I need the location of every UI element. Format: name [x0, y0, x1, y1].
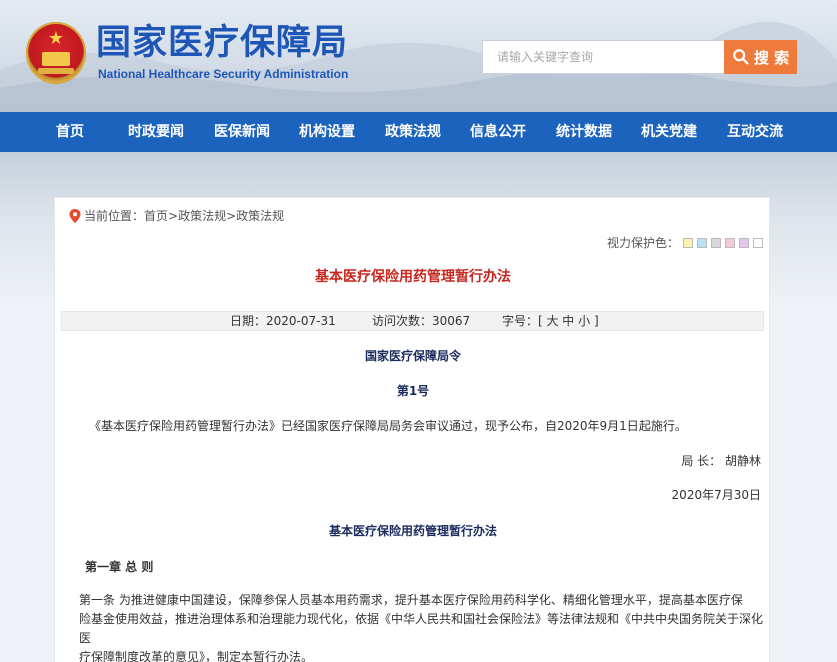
nav-item-statistics[interactable]: 统计数据	[556, 112, 612, 152]
nav-item-insurance-news[interactable]: 医保新闻	[214, 112, 270, 152]
breadcrumb-prefix: 当前位置：	[84, 209, 145, 223]
breadcrumb-policy-sub[interactable]: 政策法规	[236, 207, 284, 224]
color-swatch-white[interactable]	[753, 237, 763, 248]
signer: 局 长： 胡静林	[681, 454, 761, 468]
breadcrumb-separator: >	[168, 208, 179, 223]
nav-item-policy[interactable]: 政策法规	[385, 112, 441, 152]
article-title: 基本医疗保险用药管理暂行办法	[315, 269, 511, 285]
nav-item-organization[interactable]: 机构设置	[299, 112, 355, 152]
article-date: 日期：2020-07-31	[230, 314, 336, 328]
search-button-label: 搜 索	[753, 48, 790, 67]
nav-item-news[interactable]: 时政要闻	[128, 112, 184, 152]
site-header: ★ 国家医疗保障局 National Healthcare Security A…	[0, 0, 837, 112]
breadcrumb-home[interactable]: 首页	[144, 207, 168, 224]
breadcrumb-separator: >	[226, 208, 237, 223]
nav-item-home[interactable]: 首页	[56, 112, 84, 152]
article-1-line-3: 疗保障制度改革的意见》，制定本暂行办法。	[79, 650, 314, 662]
body-title: 基本医疗保险用药管理暂行办法	[328, 524, 497, 538]
color-swatch-pink[interactable]	[725, 237, 735, 248]
national-emblem-icon[interactable]: ★	[26, 22, 86, 84]
breadcrumb-policy[interactable]: 政策法规	[178, 207, 226, 224]
search-icon	[733, 49, 749, 65]
eye-protection-label: 视力保护色：	[606, 236, 679, 250]
order-number: 第1号	[396, 384, 430, 398]
article-card: 当前位置： 首页 > 政策法规 > 政策法规 视力保护色： 基本医疗保险用药管理…	[54, 197, 770, 662]
article-info-bar: 日期：2020-07-31 访问次数： 30067 字号：[ 大 中 小 ]	[61, 311, 764, 331]
chapter-heading: 第一章 总 则	[85, 560, 154, 574]
nav-item-interaction[interactable]: 互动交流	[727, 112, 783, 152]
main-nav: 首页 时政要闻 医保新闻 机构设置 政策法规 信息公开 统计数据 机关党建 互动…	[0, 112, 837, 152]
site-title[interactable]: 国家医疗保障局	[96, 22, 348, 64]
sign-date: 2020年7月30日	[671, 488, 761, 502]
eye-protection-colors: 视力保护色：	[607, 234, 763, 251]
search-box: 搜 索	[482, 40, 797, 74]
article-1-line-2: 险基金使用效益，推进治理体系和治理能力现代化，依据《中华人民共和国社会保险法》等…	[79, 612, 764, 645]
article-1-line-1: 第一条 为推进健康中国建设，保障参保人员基本用药需求，提升基本医疗保险用药科学化…	[79, 593, 743, 607]
location-pin-icon	[69, 208, 81, 223]
color-swatch-purple[interactable]	[739, 237, 749, 248]
order-title: 国家医疗保障局令	[364, 349, 461, 363]
breadcrumb: 当前位置： 首页 > 政策法规 > 政策法规	[69, 207, 284, 224]
intro-paragraph: 《基本医疗保险用药管理暂行办法》已经国家医疗保障局局务会审议通过，现予公布，自2…	[89, 419, 687, 433]
site-subtitle: National Healthcare Security Administrat…	[98, 67, 349, 81]
search-button[interactable]: 搜 索	[724, 40, 797, 74]
search-input[interactable]	[482, 40, 724, 74]
article-1-paragraph: 第一条 为推进健康中国建设，保障参保人员基本用药需求，提升基本医疗保险用药科学化…	[79, 591, 765, 662]
nav-item-party[interactable]: 机关党建	[641, 112, 697, 152]
views-count: 30067	[432, 314, 471, 328]
font-size-controls[interactable]: 字号：[ 大 中 小 ]	[502, 312, 599, 330]
color-swatch-yellow[interactable]	[683, 237, 693, 248]
nav-item-disclosure[interactable]: 信息公开	[470, 112, 526, 152]
color-swatch-blue[interactable]	[697, 237, 707, 248]
color-swatch-gray[interactable]	[711, 237, 721, 248]
views-label: 访问次数：	[372, 314, 433, 328]
